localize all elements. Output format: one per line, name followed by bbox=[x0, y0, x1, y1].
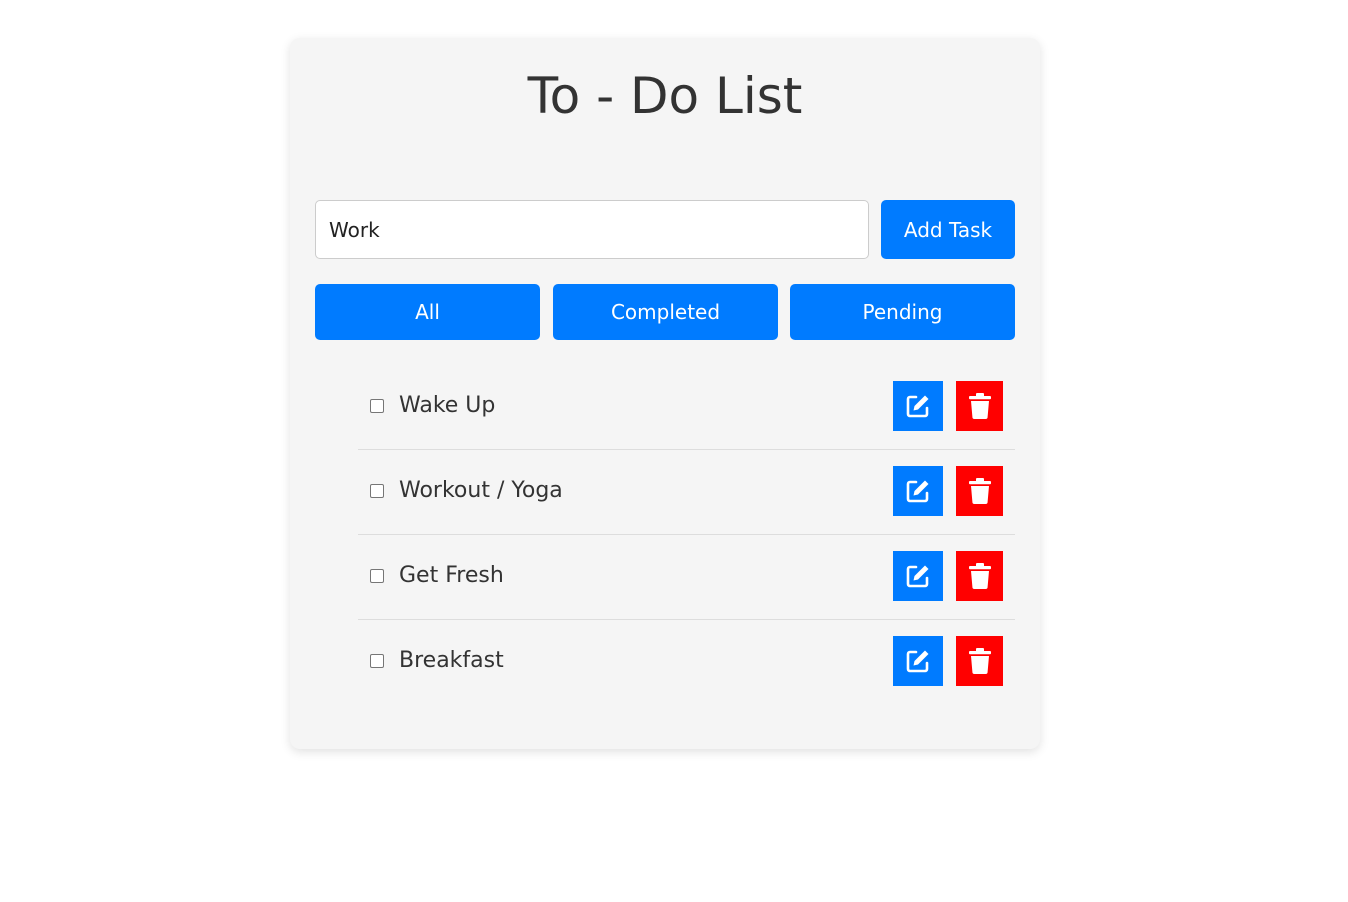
trash-icon bbox=[968, 393, 991, 419]
task-item: Wake Up bbox=[358, 365, 1015, 450]
todo-card: To - Do List Add Task All Completed Pend… bbox=[290, 38, 1040, 749]
task-text: Breakfast bbox=[399, 648, 504, 673]
edit-icon bbox=[905, 563, 931, 589]
task-text: Workout / Yoga bbox=[399, 478, 563, 503]
task-input[interactable] bbox=[315, 200, 869, 259]
delete-task-button[interactable] bbox=[956, 551, 1003, 601]
task-checkbox[interactable] bbox=[370, 399, 384, 413]
delete-task-button[interactable] bbox=[956, 466, 1003, 516]
edit-icon bbox=[905, 393, 931, 419]
task-item: Breakfast bbox=[358, 620, 1015, 704]
task-item: Workout / Yoga bbox=[358, 450, 1015, 535]
trash-icon bbox=[968, 648, 991, 674]
task-checkbox[interactable] bbox=[370, 569, 384, 583]
delete-task-button[interactable] bbox=[956, 381, 1003, 431]
filter-pending-button[interactable]: Pending bbox=[790, 284, 1015, 340]
task-text: Get Fresh bbox=[399, 563, 504, 588]
delete-task-button[interactable] bbox=[956, 636, 1003, 686]
trash-icon bbox=[968, 478, 991, 504]
edit-icon bbox=[905, 648, 931, 674]
edit-icon bbox=[905, 478, 931, 504]
task-checkbox[interactable] bbox=[370, 654, 384, 668]
filter-completed-button[interactable]: Completed bbox=[553, 284, 778, 340]
task-list: Wake Up Workout / Yoga Get Fresh Breakfa… bbox=[358, 365, 1015, 704]
edit-task-button[interactable] bbox=[893, 466, 943, 516]
edit-task-button[interactable] bbox=[893, 551, 943, 601]
task-item: Get Fresh bbox=[358, 535, 1015, 620]
trash-icon bbox=[968, 563, 991, 589]
task-checkbox[interactable] bbox=[370, 484, 384, 498]
task-text: Wake Up bbox=[399, 393, 496, 418]
edit-task-button[interactable] bbox=[893, 381, 943, 431]
page-title: To - Do List bbox=[527, 67, 803, 125]
edit-task-button[interactable] bbox=[893, 636, 943, 686]
filter-all-button[interactable]: All bbox=[315, 284, 540, 340]
add-task-button[interactable]: Add Task bbox=[881, 200, 1015, 259]
